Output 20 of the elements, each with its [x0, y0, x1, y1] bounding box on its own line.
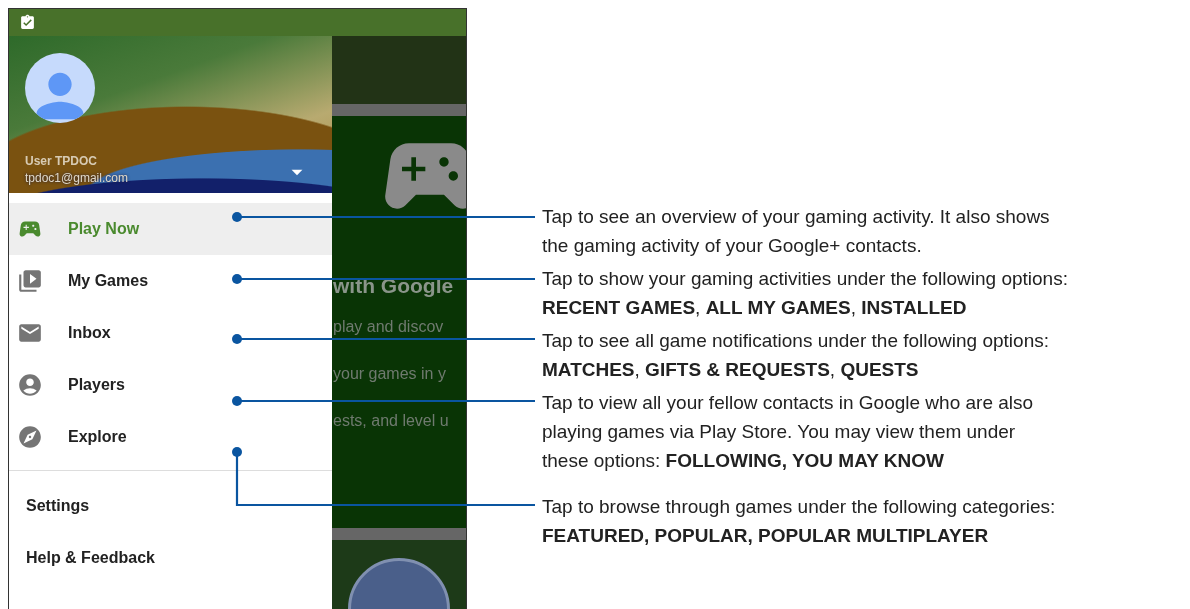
compass-icon: [16, 424, 43, 450]
person-icon: [16, 372, 43, 398]
menu-item[interactable]: Help & Feedback: [9, 532, 332, 584]
callout-text: Tap to see an overview of your gaming activity. It also shows the gaming activity of your Google+ contacts.: [542, 205, 1051, 258]
menu-item[interactable]: Explore: [9, 411, 332, 463]
clipboard-check-icon: [19, 14, 36, 31]
menu-item[interactable]: Play Now: [9, 203, 332, 255]
callout-text: Tap to browse through games under the following categories: FEATURED, POPULAR, POPULAR MULTIPLAYER: [542, 495, 1057, 548]
menu-item[interactable]: Settings: [9, 480, 332, 532]
screen-heading: with Google: [333, 274, 455, 298]
callout-text: Tap to see all game notifications under the following options: MATCHES, GIFTS & REQUESTS, QUESTS: [542, 329, 1050, 382]
screen-text: play and discov: [333, 318, 445, 336]
callout-text: Tap to show your gaming activities under the following options: RECENT GAMES, ALL MY GAMES, INSTALLED: [542, 267, 1069, 320]
menu-item[interactable]: Inbox: [9, 307, 332, 359]
callout-text: Tap to view all your fellow contacts in Google who are also playing games via Play Store. You may view them under these options: FOLLOWING, YOU MAY KNOW: [542, 391, 1035, 473]
screen-text: your games in y: [333, 365, 447, 383]
menu-item[interactable]: Players: [9, 359, 332, 411]
account-name: User TPDOC: [25, 154, 99, 168]
screen-text: ests, and level u: [333, 412, 450, 430]
menu-item[interactable]: My Games: [9, 255, 332, 307]
